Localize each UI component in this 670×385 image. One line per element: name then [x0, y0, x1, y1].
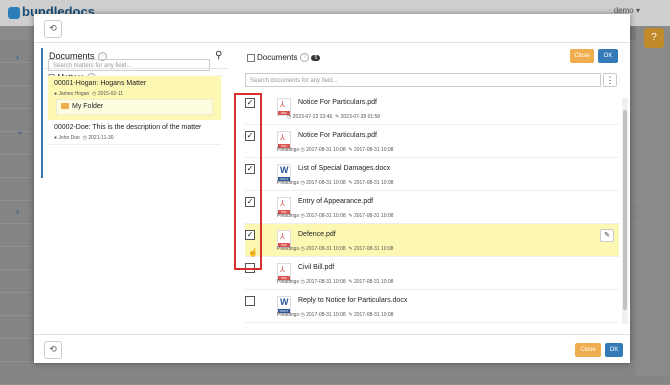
- document-row[interactable]: ✓ ⅄ PDF Entry of Appearance.pdf Pleadings…: [245, 191, 619, 224]
- document-meta: Pleadings ◷ 2017-08-31 10:08 ✎ 2017-08-3…: [277, 246, 394, 252]
- document-name: Civil Bill.pdf: [298, 264, 335, 271]
- documents-header: Documents i 5: [247, 53, 321, 63]
- document-name: Reply to Notice for Particulars.docx: [298, 297, 408, 304]
- document-row-selected[interactable]: ✓ ⅄ PDF Defence.pdf Pleadings ◷ 2017-08-3…: [245, 224, 619, 257]
- matter-title: 00002-Doe: This is the description of th…: [54, 124, 202, 131]
- document-meta: Pleadings ◷ 2017-08-31 10:08 ✎ 2017-08-3…: [277, 147, 394, 153]
- matter-meta: ● John Doe ◷ 2021-11-30: [54, 135, 114, 141]
- chevron-right-icon: ›: [16, 206, 19, 216]
- document-row[interactable]: ⅄ PDF Civil Bill.pdf Pleadings ◷ 2017-08-…: [245, 257, 619, 290]
- select-all-checkbox[interactable]: [247, 53, 255, 62]
- document-row[interactable]: ✓ ⅄ PDF Notice For Particulars.pdf ◷ 2023…: [245, 92, 619, 125]
- chevron-down-icon: ⌄: [16, 126, 24, 136]
- help-icon: ?: [644, 28, 664, 48]
- document-meta: Pleadings ◷ 2017-08-31 10:08 ✎ 2017-08-3…: [277, 213, 394, 219]
- app-right-rail: [636, 26, 670, 376]
- document-name: List of Special Damages.docx: [298, 165, 391, 172]
- calendar-icon: ◷: [92, 91, 97, 97]
- user-icon: ●: [54, 135, 58, 141]
- matter-meta: ● James Hogan ◷ 2015-02-11: [54, 91, 124, 97]
- history-icon[interactable]: ⟲: [44, 341, 62, 359]
- chevron-right-icon: ›: [16, 52, 19, 62]
- user-icon: ●: [54, 91, 58, 97]
- document-row[interactable]: ✓ ⅄ PDF Notice For Particulars.pdf Pleadi…: [245, 125, 619, 158]
- matter-search-input[interactable]: Search matters for any field...: [48, 59, 210, 71]
- info-icon: i: [300, 53, 310, 63]
- modal-footer: ⟲ Close OK: [34, 334, 630, 363]
- matter-item[interactable]: 00002-Doe: This is the description of th…: [48, 122, 221, 145]
- document-checkbox[interactable]: [245, 296, 255, 306]
- close-button[interactable]: Close: [570, 49, 594, 63]
- document-row[interactable]: W DOCX Reply to Notice for Particulars.do…: [245, 290, 619, 323]
- document-search-input[interactable]: Search documents for any field...: [245, 73, 601, 87]
- folder-item[interactable]: My Folder: [56, 99, 213, 115]
- mouse-cursor-icon: ☝: [248, 248, 258, 257]
- document-list-scrollbar[interactable]: [622, 98, 628, 324]
- document-name: Notice For Particulars.pdf: [298, 99, 377, 106]
- document-picker-modal: ⟲ Documentsi ⚲ ☐ Mattersi ⌄ Search matte…: [34, 14, 630, 363]
- ok-button[interactable]: OK: [598, 49, 618, 63]
- document-row[interactable]: ✓ W DOCX List of Special Damages.docx Ple…: [245, 158, 619, 191]
- matter-title: 00001-Hogan: Hogans Matter: [54, 80, 147, 87]
- document-meta: Pleadings ◷ 2017-08-31 10:08 ✎ 2017-08-3…: [277, 312, 394, 318]
- calendar-icon: ◷: [82, 135, 87, 141]
- folder-label: My Folder: [72, 103, 104, 110]
- folder-icon: [61, 103, 69, 109]
- modal-header: ⟲: [34, 14, 630, 43]
- document-name: Defence.pdf: [298, 231, 336, 238]
- checkbox-selection-highlight: [234, 93, 262, 270]
- more-options-icon[interactable]: ⋮: [603, 73, 617, 87]
- document-meta: Pleadings ◷ 2017-08-31 10:08 ✎ 2017-08-3…: [277, 180, 394, 186]
- edit-icon[interactable]: ✎: [600, 229, 614, 242]
- document-meta: ◷ 2023-07-22 23:46 ✎ 2023-07-28 01:58: [287, 114, 381, 120]
- document-count-badge: 5: [311, 54, 321, 61]
- search-icon[interactable]: ⚲: [215, 50, 222, 61]
- history-icon[interactable]: ⟲: [44, 20, 62, 38]
- matter-item[interactable]: 00001-Hogan: Hogans Matter ● James Hogan…: [48, 76, 221, 120]
- footer-ok-button[interactable]: OK: [605, 343, 623, 357]
- document-name: Notice For Particulars.pdf: [298, 132, 377, 139]
- document-list: ✓ ⅄ PDF Notice For Particulars.pdf ◷ 2023…: [245, 92, 619, 332]
- footer-close-button[interactable]: Close: [575, 343, 601, 357]
- document-meta: Pleadings ◷ 2017-08-31 10:08 ✎ 2017-08-3…: [277, 279, 394, 285]
- document-name: Entry of Appearance.pdf: [298, 198, 374, 205]
